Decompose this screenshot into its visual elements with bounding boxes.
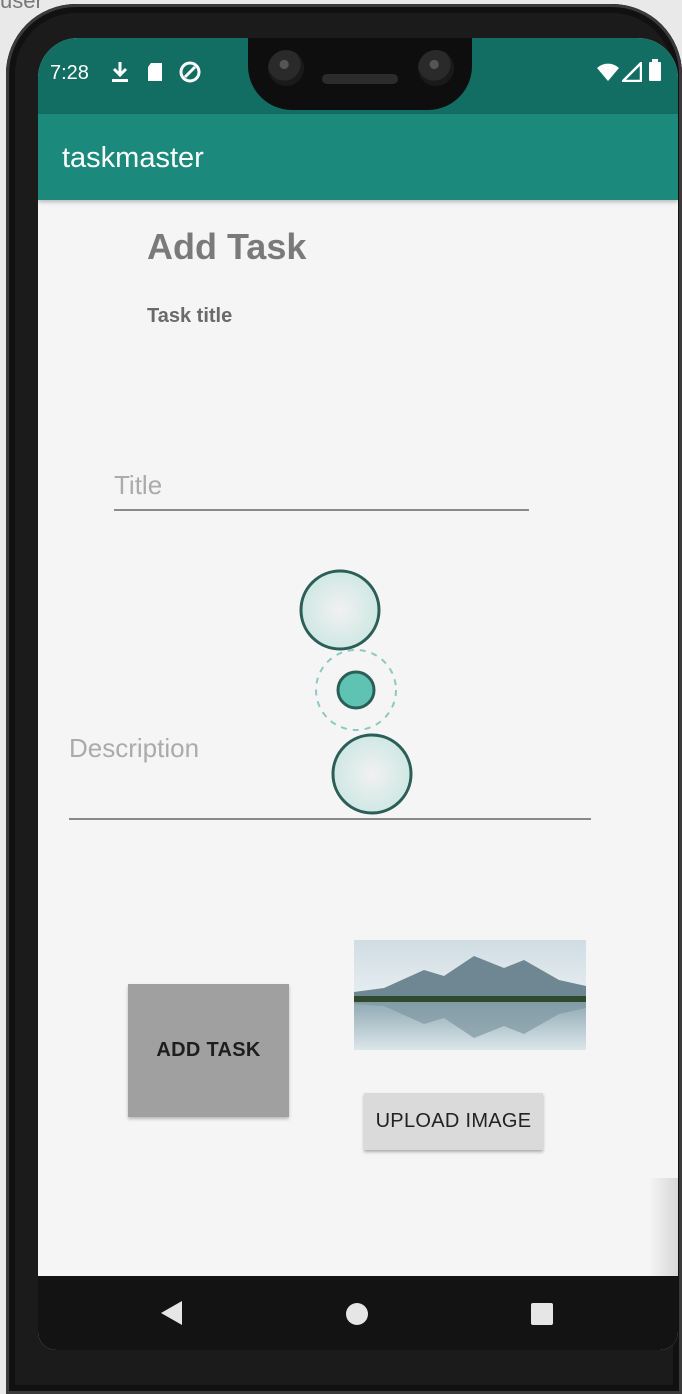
front-camera-left <box>268 50 304 86</box>
sd-card-icon <box>148 63 162 81</box>
app-bar: taskmaster <box>38 114 678 200</box>
sync-icon <box>179 61 201 83</box>
touch-point-bottom <box>331 733 413 815</box>
background-window-text: user <box>0 0 40 8</box>
touch-point-top <box>299 569 381 651</box>
mountain-lake-image <box>354 940 586 1050</box>
pinch-center-point <box>336 670 376 710</box>
status-time: 7:28 <box>50 62 89 84</box>
add-task-button[interactable]: ADD TASK <box>128 984 289 1117</box>
phone-frame: 7:28 taskmaster Add Task Task title Titl… <box>6 4 682 1394</box>
task-title-label: Task title <box>147 305 233 327</box>
back-icon[interactable] <box>158 1298 184 1328</box>
camera-notch <box>248 38 472 110</box>
device-screen: 7:28 taskmaster Add Task Task title Titl… <box>38 38 678 1350</box>
title-input[interactable] <box>114 470 529 511</box>
page-title: Add Task <box>147 226 307 267</box>
upload-image-button[interactable]: UPLOAD IMAGE <box>364 1093 543 1150</box>
signal-icon <box>622 62 642 82</box>
status-bar: 7:28 <box>38 38 678 114</box>
earpiece-speaker <box>322 74 398 84</box>
navigation-bar <box>38 1276 678 1350</box>
download-icon <box>112 62 128 82</box>
front-camera-right <box>418 50 454 86</box>
wifi-icon <box>597 63 619 81</box>
task-image-preview <box>354 940 586 1050</box>
home-icon[interactable] <box>345 1302 369 1326</box>
battery-icon <box>649 59 661 81</box>
app-title: taskmaster <box>62 142 204 174</box>
recents-icon[interactable] <box>530 1302 554 1326</box>
multi-touch-indicator <box>299 569 413 815</box>
